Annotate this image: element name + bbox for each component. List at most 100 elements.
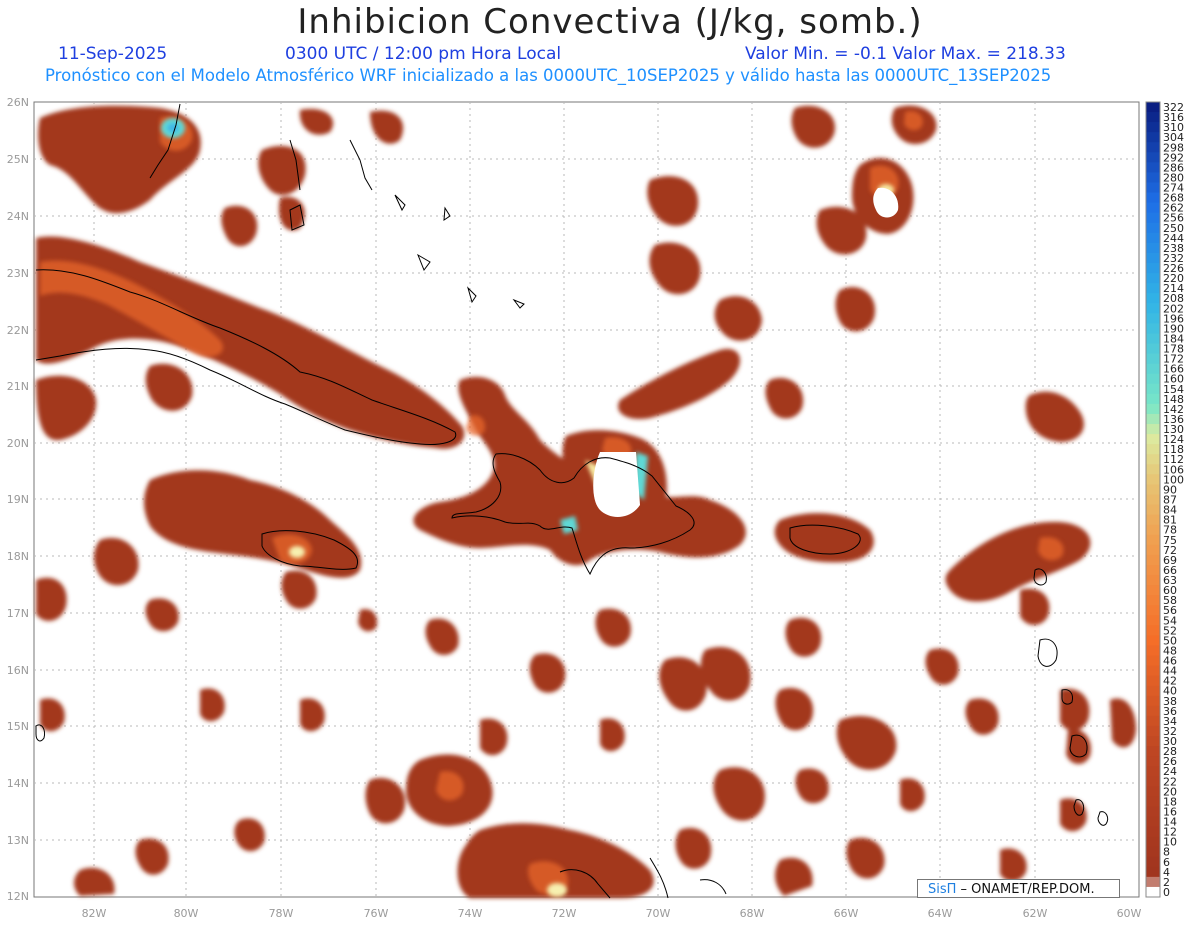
colorbar-swatch <box>1146 212 1160 224</box>
colorbar-swatch <box>1146 162 1160 173</box>
lon-label: 68W <box>740 907 765 920</box>
colorbar-swatch <box>1146 242 1160 254</box>
colorbar-swatch <box>1146 112 1160 123</box>
colorbar-swatch <box>1146 182 1160 194</box>
colorbar-swatch <box>1146 122 1160 133</box>
lat-label: 24N <box>7 210 29 223</box>
lon-label: 70W <box>646 907 671 920</box>
colorbar-swatch <box>1146 434 1160 445</box>
colorbar-swatch <box>1146 836 1160 848</box>
colorbar-swatch <box>1146 494 1160 506</box>
lon-label: 62W <box>1023 907 1048 920</box>
lon-label: 72W <box>552 907 577 920</box>
lat-label: 21N <box>7 380 29 393</box>
colorbar-swatch <box>1146 514 1160 526</box>
colorbar-swatch <box>1146 263 1160 274</box>
colorbar-swatch <box>1146 796 1160 807</box>
colorbar-swatch <box>1146 756 1160 767</box>
colorbar-swatch <box>1146 675 1160 687</box>
lon-label: 82W <box>82 907 107 920</box>
lat-label: 18N <box>7 550 29 563</box>
lat-label: 13N <box>7 834 29 847</box>
colorbar-swatch <box>1146 544 1160 556</box>
colorbar-swatch <box>1146 866 1160 878</box>
colorbar-swatch <box>1146 232 1160 244</box>
colorbar-swatch <box>1146 474 1160 485</box>
colorbar-swatch <box>1146 635 1160 646</box>
colorbar-swatch <box>1146 846 1160 858</box>
colorbar-swatch <box>1146 886 1160 898</box>
colorbar-swatch <box>1146 685 1160 697</box>
colorbar-swatch <box>1146 132 1160 143</box>
colorbar-swatch <box>1146 554 1160 566</box>
colorbar-swatch <box>1146 715 1160 727</box>
colorbar-swatch <box>1146 413 1160 425</box>
colorbar-swatch <box>1146 444 1160 455</box>
latitude-axis: 26N 25N 24N 23N 22N 21N 20N 19N 18N 17N … <box>7 96 29 903</box>
colorbar-swatch <box>1146 826 1160 838</box>
lat-label: 19N <box>7 493 29 506</box>
colorbar-swatch <box>1146 645 1160 656</box>
colorbar-swatch <box>1146 615 1160 626</box>
lon-label: 74W <box>458 907 483 920</box>
colorbar-swatch <box>1146 574 1160 586</box>
credit-text: – ONAMET/REP.DOM. <box>956 882 1095 897</box>
colorbar-swatch <box>1146 363 1160 375</box>
lon-label: 64W <box>928 907 953 920</box>
sispi-logo-text: SisΠ <box>928 882 957 897</box>
colorbar-swatch <box>1146 454 1160 465</box>
colorbar-swatch <box>1146 524 1160 536</box>
colorbar-swatch <box>1146 484 1160 495</box>
colorbar-swatch <box>1146 283 1160 294</box>
colorbar-swatch <box>1146 102 1160 113</box>
lat-label: 26N <box>7 96 29 109</box>
colorbar-swatch <box>1146 725 1160 737</box>
colorbar-swatch <box>1146 192 1160 204</box>
colorbar-swatch <box>1146 625 1160 636</box>
colorbar-swatch <box>1146 585 1160 596</box>
colorbar-swatch <box>1146 806 1160 817</box>
lat-label: 20N <box>7 437 29 450</box>
colorbar: 3223163103042982922862802742682622562502… <box>1145 101 1184 899</box>
colorbar-swatch <box>1146 333 1160 345</box>
colorbar-swatch <box>1146 293 1160 304</box>
colorbar-swatch <box>1146 595 1160 606</box>
credit-box: SisΠ – ONAMET/REP.DOM. <box>917 879 1120 898</box>
colorbar-swatch <box>1146 665 1160 677</box>
colorbar-swatch <box>1146 383 1160 395</box>
colorbar-swatch <box>1146 373 1160 385</box>
colorbar-swatch <box>1146 152 1160 163</box>
map-canvas: 26N 25N 24N 23N 22N 21N 20N 19N 18N 17N … <box>7 96 1184 920</box>
colorbar-swatch <box>1146 856 1160 868</box>
lat-label: 17N <box>7 607 29 620</box>
colorbar-swatch <box>1146 695 1160 707</box>
lat-label: 25N <box>7 153 29 166</box>
colorbar-swatch <box>1146 746 1160 757</box>
colorbar-swatch <box>1146 776 1160 787</box>
colorbar-swatch <box>1146 313 1160 324</box>
lat-label: 23N <box>7 267 29 280</box>
longitude-axis: 82W 80W 78W 76W 74W 72W 70W 68W 66W 64W … <box>82 907 1142 920</box>
colorbar-swatch <box>1146 735 1160 747</box>
colorbar-swatch <box>1146 786 1160 797</box>
colorbar-swatch <box>1146 876 1160 888</box>
colorbar-swatch <box>1146 655 1160 667</box>
lon-label: 78W <box>269 907 294 920</box>
colorbar-swatch <box>1146 202 1160 214</box>
lat-label: 14N <box>7 777 29 790</box>
lat-label: 22N <box>7 324 29 337</box>
lon-label: 60W <box>1117 907 1142 920</box>
colorbar-swatch <box>1146 403 1160 415</box>
colorbar-swatch <box>1146 605 1160 616</box>
colorbar-swatch <box>1146 504 1160 516</box>
colorbar-swatch <box>1146 766 1160 777</box>
colorbar-swatch <box>1146 323 1160 334</box>
colorbar-swatch <box>1146 303 1160 314</box>
lat-label: 16N <box>7 664 29 677</box>
colorbar-swatch <box>1146 705 1160 717</box>
colorbar-swatch <box>1146 252 1160 264</box>
colorbar-swatch <box>1146 353 1160 365</box>
lat-label: 12N <box>7 890 29 903</box>
colorbar-swatch <box>1146 816 1160 828</box>
lat-label: 15N <box>7 720 29 733</box>
